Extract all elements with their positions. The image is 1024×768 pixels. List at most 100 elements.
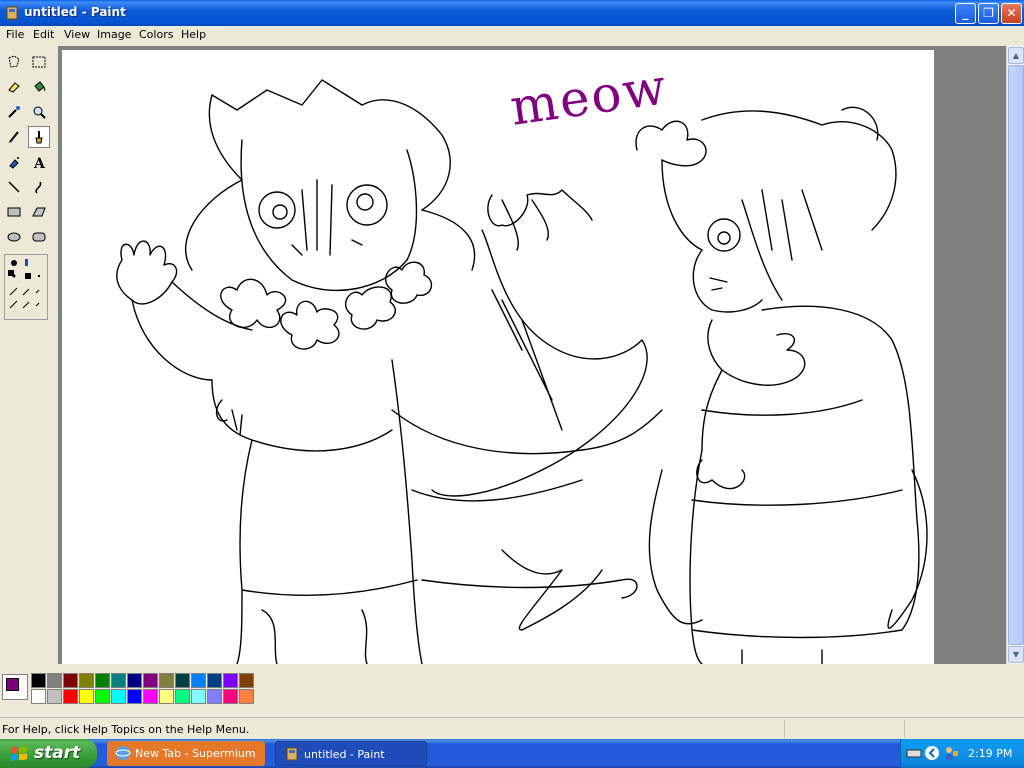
color-swatch[interactable] xyxy=(47,689,62,704)
status-cell-size xyxy=(904,720,1024,738)
color-swatch[interactable] xyxy=(191,673,206,688)
select-tool[interactable] xyxy=(28,51,50,73)
color-swatch[interactable] xyxy=(31,673,46,688)
text-icon: A xyxy=(33,156,46,170)
status-cell-position xyxy=(784,720,904,738)
color-swatch[interactable] xyxy=(47,673,62,688)
airbrush-icon xyxy=(9,157,19,169)
vertical-scrollbar[interactable]: ▲ ▼ xyxy=(1006,46,1024,664)
paint-icon xyxy=(286,747,298,761)
close-button[interactable]: ✕ xyxy=(1001,3,1022,24)
curve-icon xyxy=(35,181,42,194)
network-users-icon[interactable] xyxy=(943,745,959,761)
sketch-drawing xyxy=(116,79,928,665)
pick-color-tool[interactable] xyxy=(3,101,25,123)
system-tray: 2:19 PM xyxy=(900,739,1024,768)
color-swatch[interactable] xyxy=(127,673,142,688)
brush-tool[interactable] xyxy=(28,126,50,148)
drawing-workspace: meow xyxy=(58,46,1006,665)
color-palette xyxy=(0,664,1024,714)
svg-text:A: A xyxy=(33,156,46,170)
color-swatch[interactable] xyxy=(31,689,46,704)
rectangle-tool[interactable] xyxy=(3,201,25,223)
color-swatch[interactable] xyxy=(207,689,222,704)
menu-edit[interactable]: Edit xyxy=(31,28,56,41)
color-swatch[interactable] xyxy=(79,673,94,688)
color-swatch[interactable] xyxy=(63,673,78,688)
color-swatch[interactable] xyxy=(223,689,238,704)
eraser-tool[interactable] xyxy=(3,76,25,98)
curve-tool[interactable] xyxy=(28,176,50,198)
magnifier-icon xyxy=(33,106,46,119)
keyboard-icon[interactable] xyxy=(906,745,922,761)
ellipse-icon xyxy=(7,232,21,242)
scroll-up-arrow-icon[interactable]: ▲ xyxy=(1008,47,1024,64)
polygon-tool[interactable] xyxy=(28,201,50,223)
color-swatch[interactable] xyxy=(95,689,110,704)
maximize-button[interactable]: ❐ xyxy=(978,3,999,24)
free-form-select-tool[interactable] xyxy=(3,51,25,73)
color-swatch[interactable] xyxy=(159,673,174,688)
color-swatch[interactable] xyxy=(111,689,126,704)
ellipse-tool[interactable] xyxy=(3,226,25,248)
color-swatch[interactable] xyxy=(143,673,158,688)
menu-file[interactable]: File xyxy=(4,28,26,41)
color-swatch[interactable] xyxy=(95,673,110,688)
line-tool[interactable] xyxy=(3,176,25,198)
menu-colors[interactable]: Colors xyxy=(137,28,175,41)
rounded-rectangle-icon xyxy=(32,232,46,242)
menu-view[interactable]: View xyxy=(62,28,92,41)
color-swatch[interactable] xyxy=(239,689,254,704)
color-swatch[interactable] xyxy=(143,689,158,704)
color-swatch[interactable] xyxy=(239,673,254,688)
color-swatch[interactable] xyxy=(175,673,190,688)
taskbar-item-supermium[interactable]: New Tab - Supermium xyxy=(107,741,265,766)
current-colors-indicator xyxy=(2,674,28,700)
title-bar: untitled - Paint _ ❐ ✕ xyxy=(0,0,1024,26)
color-swatch[interactable] xyxy=(111,673,126,688)
clock: 2:19 PM xyxy=(968,747,1013,760)
color-swatch[interactable] xyxy=(79,689,94,704)
polygon-icon xyxy=(32,207,46,217)
line-icon xyxy=(8,181,20,193)
color-swatch[interactable] xyxy=(127,689,142,704)
rounded-rectangle-tool[interactable] xyxy=(28,226,50,248)
text-tool[interactable]: A xyxy=(28,151,50,173)
color-swatch[interactable] xyxy=(159,689,174,704)
rectangle-icon xyxy=(7,207,21,217)
taskbar-item-label: New Tab - Supermium xyxy=(135,747,256,760)
windows-flag-icon xyxy=(11,746,27,761)
drawing-canvas[interactable]: meow xyxy=(62,50,934,665)
taskbar-item-paint[interactable]: untitled - Paint xyxy=(275,741,427,766)
color-swatch[interactable] xyxy=(223,673,238,688)
status-bar: For Help, click Help Topics on the Help … xyxy=(0,717,1024,739)
magnifier-tool[interactable] xyxy=(28,101,50,123)
scroll-down-arrow-icon[interactable]: ▼ xyxy=(1008,646,1024,663)
brush-icon xyxy=(35,131,43,144)
window-title: untitled - Paint xyxy=(24,5,126,19)
paint-bucket-icon xyxy=(34,81,46,92)
color-swatch[interactable] xyxy=(175,689,190,704)
menu-bar: File Edit View Image Colors Help xyxy=(0,26,1024,45)
airbrush-tool[interactable] xyxy=(3,151,25,173)
start-label: start xyxy=(34,743,81,763)
select-icon xyxy=(32,56,46,68)
color-swatch[interactable] xyxy=(191,689,206,704)
brush-shape-options[interactable] xyxy=(8,259,40,309)
paint-app-icon xyxy=(6,6,18,20)
menu-help[interactable]: Help xyxy=(179,28,208,41)
start-button[interactable]: start xyxy=(0,739,97,768)
pencil-icon xyxy=(8,131,19,144)
pencil-tool[interactable] xyxy=(3,126,25,148)
eraser-icon xyxy=(8,82,20,93)
foreground-color xyxy=(6,678,19,691)
minimize-button[interactable]: _ xyxy=(955,3,976,24)
color-swatch[interactable] xyxy=(207,673,222,688)
menu-image[interactable]: Image xyxy=(95,28,133,41)
browser-icon xyxy=(115,746,131,760)
fill-with-color-tool[interactable] xyxy=(28,76,50,98)
color-swatch[interactable] xyxy=(63,689,78,704)
tool-box: A xyxy=(0,46,58,666)
scrollbar-thumb[interactable] xyxy=(1008,65,1024,645)
show-hidden-icons-icon[interactable] xyxy=(924,745,940,761)
